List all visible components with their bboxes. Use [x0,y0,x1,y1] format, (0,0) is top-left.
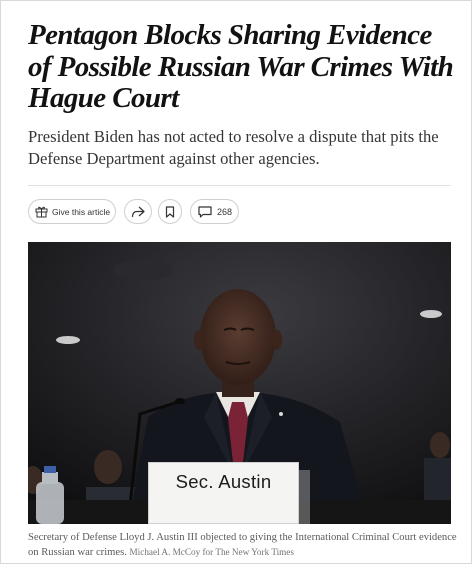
nameplate: Sec. Austin [148,462,299,524]
photo-credit: Michael A. McCoy for The New York Times [129,547,294,557]
share-button[interactable] [124,199,152,224]
article-summary: President Biden has not acted to resolve… [28,127,439,168]
comment-icon [198,205,212,218]
article-photo: Sec. Austin [28,242,451,524]
article-headline: Pentagon Blocks Sharing Evidence of Poss… [28,19,454,114]
save-button[interactable] [158,199,182,224]
comments-button[interactable]: 268 [190,199,239,224]
give-article-label: Give this article [52,206,111,217]
comments-count: 268 [217,206,233,217]
gift-icon [35,205,48,218]
give-article-button[interactable]: Give this article [28,199,116,224]
share-icon [131,206,145,218]
divider [28,185,451,186]
nameplate-text: Sec. Austin [175,471,272,492]
bookmark-icon [165,205,175,218]
photo-caption: Secretary of Defense Lloyd J. Austin III… [28,531,458,560]
